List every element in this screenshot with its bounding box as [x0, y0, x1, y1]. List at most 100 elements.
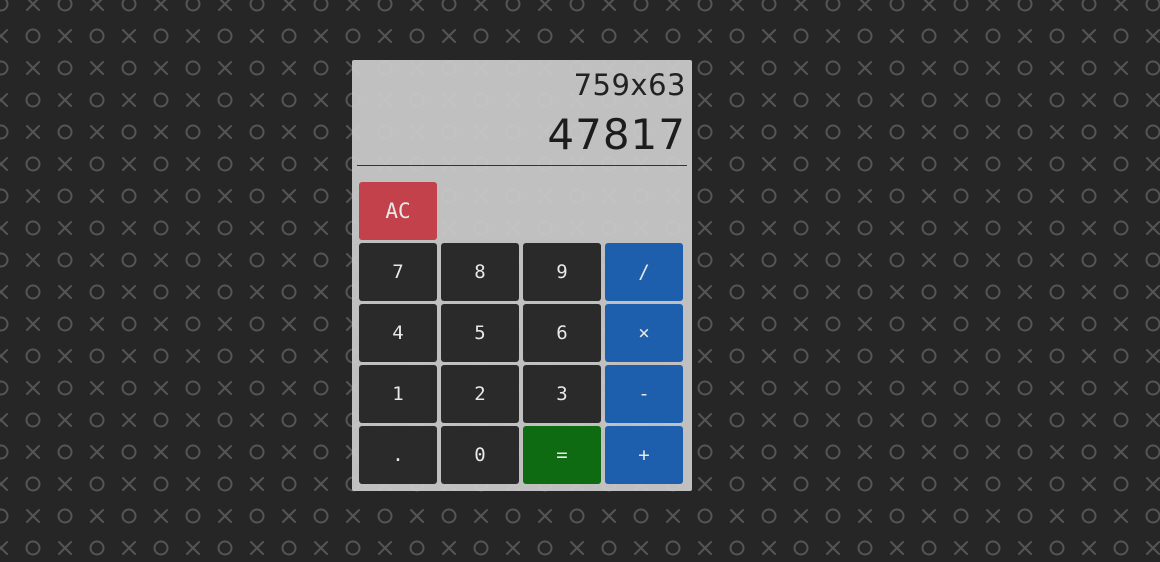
pattern-circle	[1017, 0, 1033, 12]
pattern-circle	[153, 156, 169, 172]
pattern-cross	[250, 157, 264, 171]
pattern-circle	[953, 444, 969, 460]
key-0-button[interactable]: 0	[441, 426, 519, 484]
key-6-button[interactable]: 6	[523, 304, 601, 362]
pattern-circle	[1049, 156, 1065, 172]
pattern-cross	[0, 349, 8, 363]
pattern-circle	[281, 412, 297, 428]
pattern-cross	[282, 125, 296, 139]
pattern-circle	[857, 540, 873, 556]
pattern-cross	[954, 541, 968, 555]
pattern-circle	[857, 284, 873, 300]
pattern-cross	[1146, 157, 1160, 171]
pattern-circle	[313, 316, 329, 332]
pattern-cross	[1082, 285, 1096, 299]
pattern-circle	[249, 380, 265, 396]
clear-button[interactable]: AC	[359, 182, 437, 240]
pattern-cross	[794, 125, 808, 139]
pattern-cross	[0, 157, 8, 171]
pattern-cross	[250, 541, 264, 555]
pattern-cross	[122, 157, 136, 171]
pattern-cross	[1114, 61, 1128, 75]
pattern-circle	[569, 508, 585, 524]
pattern-circle	[185, 380, 201, 396]
pattern-circle	[889, 316, 905, 332]
key-4-button[interactable]: 4	[359, 304, 437, 362]
pattern-circle	[921, 220, 937, 236]
pattern-cross	[250, 285, 264, 299]
pattern-cross	[826, 221, 840, 235]
pattern-circle	[89, 92, 105, 108]
key-5-button[interactable]: 5	[441, 304, 519, 362]
pattern-circle	[761, 444, 777, 460]
add-button[interactable]: +	[605, 426, 683, 484]
pattern-circle	[121, 60, 137, 76]
pattern-circle	[185, 316, 201, 332]
pattern-circle	[313, 380, 329, 396]
multiply-button[interactable]: ×	[605, 304, 683, 362]
pattern-circle	[89, 28, 105, 44]
pattern-cross	[0, 477, 8, 491]
key-1-button[interactable]: 1	[359, 365, 437, 423]
pattern-circle	[953, 252, 969, 268]
pattern-circle	[217, 412, 233, 428]
pattern-cross	[794, 381, 808, 395]
pattern-circle	[473, 540, 489, 556]
key-8-button[interactable]: 8	[441, 243, 519, 301]
pattern-cross	[154, 189, 168, 203]
pattern-circle	[377, 0, 393, 12]
pattern-cross	[1050, 253, 1064, 267]
key-9-button[interactable]: 9	[523, 243, 601, 301]
pattern-cross	[250, 93, 264, 107]
pattern-circle	[1049, 92, 1065, 108]
pattern-circle	[665, 28, 681, 44]
pattern-circle	[1081, 508, 1097, 524]
pattern-cross	[986, 317, 1000, 331]
pattern-cross	[314, 157, 328, 171]
subtract-button[interactable]: -	[605, 365, 683, 423]
pattern-circle	[217, 476, 233, 492]
key-7-button[interactable]: 7	[359, 243, 437, 301]
pattern-circle	[153, 220, 169, 236]
pattern-circle	[185, 252, 201, 268]
pattern-circle	[1145, 252, 1160, 268]
pattern-cross	[282, 381, 296, 395]
pattern-cross	[58, 93, 72, 107]
expression-display: 759x63	[573, 68, 686, 102]
key-2-button[interactable]: 2	[441, 365, 519, 423]
pattern-circle	[921, 540, 937, 556]
pattern-circle	[153, 476, 169, 492]
pattern-circle	[0, 252, 9, 268]
pattern-circle	[153, 348, 169, 364]
pattern-circle	[537, 28, 553, 44]
pattern-cross	[218, 509, 232, 523]
pattern-circle	[1017, 444, 1033, 460]
equals-button[interactable]: =	[523, 426, 601, 484]
pattern-cross	[186, 221, 200, 235]
pattern-cross	[826, 541, 840, 555]
pattern-cross	[58, 29, 72, 43]
pattern-cross	[282, 317, 296, 331]
pattern-cross	[1114, 445, 1128, 459]
key-3-button[interactable]: 3	[523, 365, 601, 423]
decimal-button[interactable]: .	[359, 426, 437, 484]
pattern-cross	[314, 413, 328, 427]
pattern-circle	[953, 508, 969, 524]
pattern-cross	[762, 477, 776, 491]
pattern-cross	[250, 477, 264, 491]
pattern-cross	[186, 157, 200, 171]
pattern-circle	[57, 252, 73, 268]
pattern-circle	[153, 28, 169, 44]
pattern-cross	[762, 285, 776, 299]
pattern-cross	[730, 445, 744, 459]
pattern-cross	[58, 541, 72, 555]
pattern-cross	[986, 253, 1000, 267]
pattern-cross	[26, 125, 40, 139]
pattern-circle	[1049, 476, 1065, 492]
pattern-circle	[921, 284, 937, 300]
pattern-cross	[890, 29, 904, 43]
pattern-cross	[58, 221, 72, 235]
divide-button[interactable]: /	[605, 243, 683, 301]
pattern-circle	[409, 540, 425, 556]
pattern-circle	[217, 156, 233, 172]
